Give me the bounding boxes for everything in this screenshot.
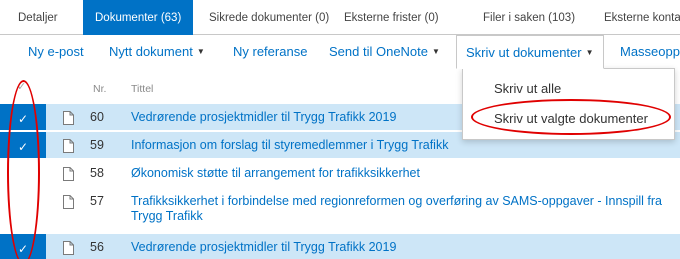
document-icon <box>63 241 74 255</box>
tab-details[interactable]: Detaljer <box>18 0 78 35</box>
row-title-link[interactable]: Økonomisk støtte til arrangement for tra… <box>131 166 680 181</box>
mass-operations-label: Masseoppd <box>620 44 680 59</box>
new-document-label: Nytt dokument <box>109 44 193 59</box>
tab-documents[interactable]: Dokumenter (63) <box>83 0 193 35</box>
row-nr: 57 <box>90 194 104 208</box>
row-nr: 59 <box>90 138 104 152</box>
send-to-onenote-label: Send til OneNote <box>329 44 429 59</box>
document-icon <box>63 195 74 209</box>
tab-bar: Detaljer Dokumenter (63) Sikrede dokumen… <box>0 0 680 35</box>
document-icon <box>63 139 74 153</box>
list-item[interactable]: 57 Trafikksikkerhet i forbindelse med re… <box>0 188 680 232</box>
row-title-link[interactable]: Trafikksikkerhet i forbindelse med regio… <box>131 194 680 224</box>
tab-external-deadlines[interactable]: Eksterne frister (0) <box>344 0 456 35</box>
tab-case-files[interactable]: Filer i saken (103) <box>483 0 586 35</box>
caret-down-icon: ▼ <box>432 47 440 56</box>
mass-operations-button[interactable]: Masseoppd <box>620 35 680 69</box>
print-documents-button[interactable]: Skriv ut dokumenter ▼ <box>456 35 604 69</box>
command-bar: Ny e-post Nytt dokument ▼ Ny referanse Se… <box>0 35 680 69</box>
row-nr: 60 <box>90 110 104 124</box>
new-reference-label: Ny referanse <box>233 44 308 59</box>
print-documents-label: Skriv ut dokumenter <box>466 45 582 60</box>
tab-secured-documents[interactable]: Sikrede dokumenter (0) <box>209 0 339 35</box>
row-nr: 58 <box>90 166 104 180</box>
list-item[interactable]: 58 Økonomisk støtte til arrangement for … <box>0 160 680 186</box>
caret-down-icon: ▼ <box>585 48 594 57</box>
document-icon <box>63 167 74 181</box>
new-email-label: Ny e-post <box>28 44 84 59</box>
send-to-onenote-button[interactable]: Send til OneNote ▼ <box>329 35 440 69</box>
document-icon <box>63 111 74 125</box>
row-title-link[interactable]: Vedrørende prosjektmidler til Trygg Traf… <box>131 240 680 255</box>
column-header-title[interactable]: Tittel <box>131 83 153 95</box>
tab-external-contacts[interactable]: Eksterne konta <box>604 0 680 35</box>
new-email-button[interactable]: Ny e-post <box>28 35 84 69</box>
row-nr: 56 <box>90 240 104 254</box>
annotation-ellipse-print-selected <box>471 99 671 135</box>
column-header-nr[interactable]: Nr. <box>93 83 106 95</box>
caret-down-icon: ▼ <box>196 47 205 56</box>
new-document-button[interactable]: Nytt dokument ▼ <box>109 35 205 69</box>
list-item[interactable]: ✓ 56 Vedrørende prosjektmidler til Trygg… <box>0 234 680 259</box>
annotation-ellipse-checkboxes <box>7 80 40 259</box>
row-title-link[interactable]: Informasjon om forslag til styremedlemme… <box>131 138 680 153</box>
new-reference-button[interactable]: Ny referanse <box>233 35 307 69</box>
